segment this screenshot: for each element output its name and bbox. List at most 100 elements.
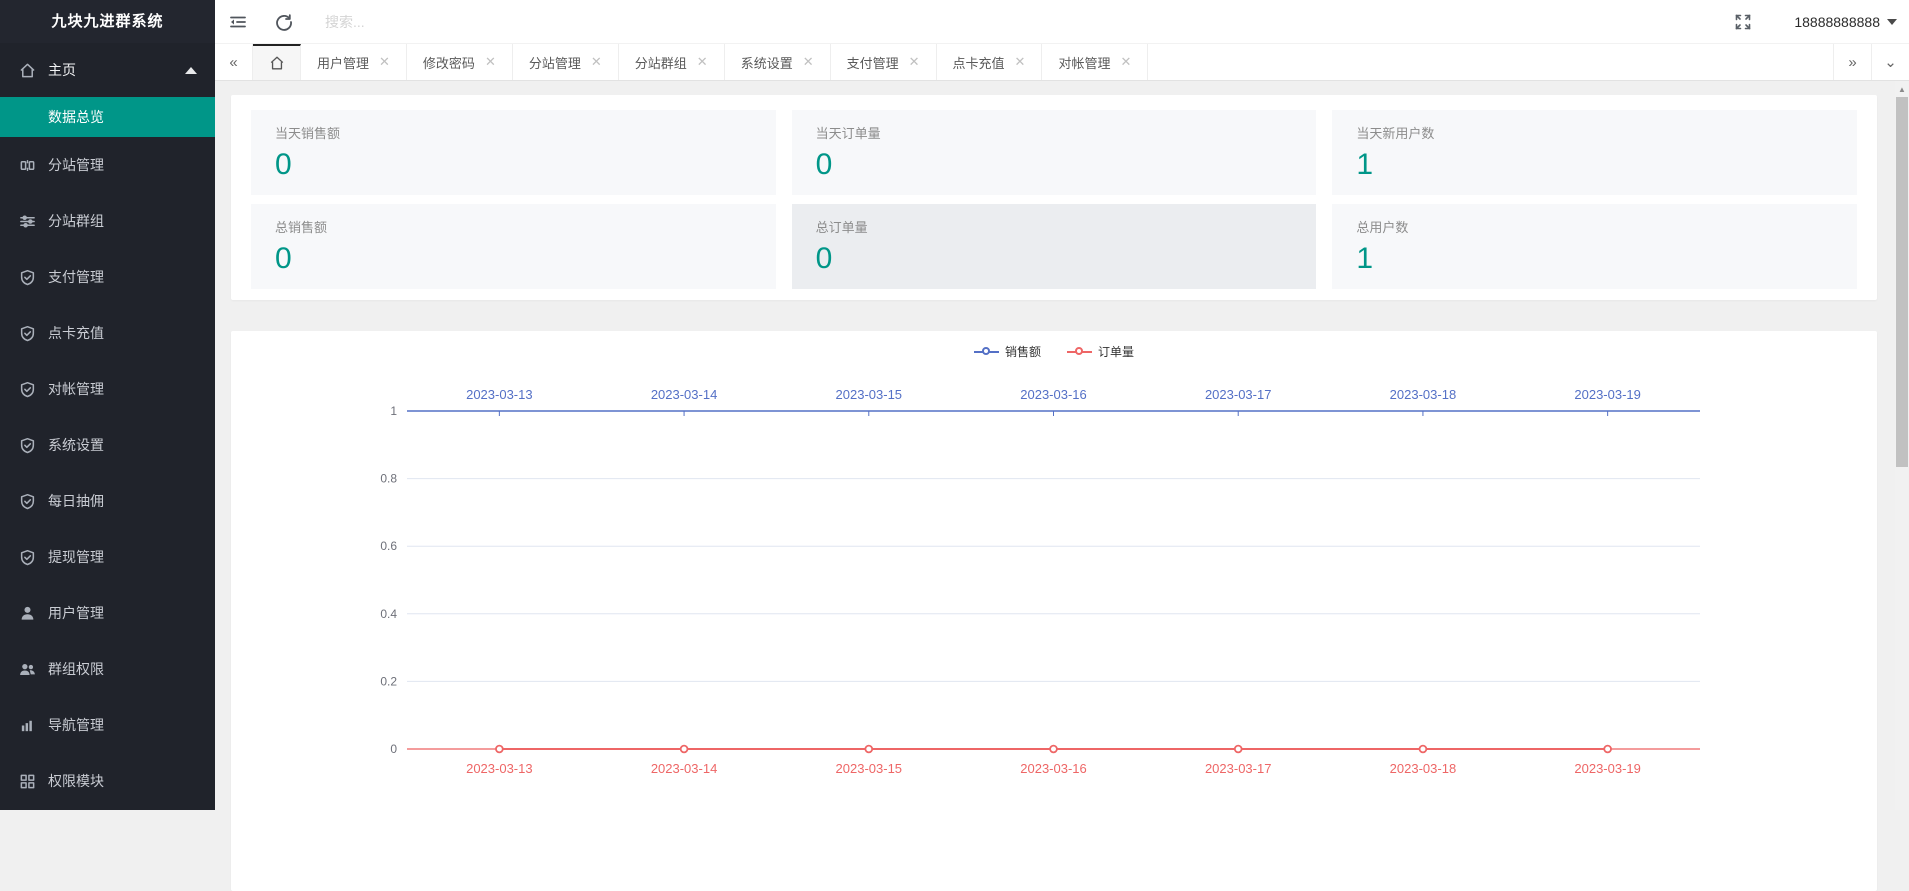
tab-7[interactable]: 对帐管理 ✕ bbox=[1042, 44, 1149, 80]
sliders-icon bbox=[18, 212, 36, 230]
refresh-icon bbox=[276, 13, 292, 31]
tab-1[interactable]: 修改密码 ✕ bbox=[407, 44, 513, 80]
bottom-x-axis-label: 2023-03-19 bbox=[1574, 761, 1641, 776]
sidebar-item-8[interactable]: 用户管理 bbox=[0, 585, 215, 641]
scrollbar-up-arrow-icon[interactable]: ▲ bbox=[1895, 85, 1909, 94]
sidebar-item-0[interactable]: 分站管理 bbox=[0, 137, 215, 193]
sidebar-item-10[interactable]: 导航管理 bbox=[0, 697, 215, 753]
tabs-scroll-right-button[interactable]: » bbox=[1833, 44, 1871, 80]
shield-check-icon bbox=[18, 380, 36, 398]
shield-check-icon bbox=[18, 548, 36, 566]
tabs-more-button[interactable]: ⌄ bbox=[1871, 44, 1909, 80]
top-x-axis-label: 2023-03-14 bbox=[651, 387, 718, 402]
tab-home[interactable] bbox=[253, 44, 301, 80]
bottom-x-axis-label: 2023-03-13 bbox=[466, 761, 533, 776]
tab-label: 系统设置 bbox=[740, 55, 793, 71]
sales-orders-chart: 0 0.2 0.4 0.6 0.8 1 2023-03-13 2023-03-14 2023-0… bbox=[380, 387, 1700, 776]
data-point-marker bbox=[1233, 744, 1243, 754]
y-axis-tick-label: 1 bbox=[390, 404, 397, 418]
collapse-sidebar-button[interactable] bbox=[215, 0, 261, 43]
sidebar-item-label: 每日抽佣 bbox=[48, 493, 104, 509]
sidebar-item-label: 权限模块 bbox=[48, 773, 104, 789]
data-point-marker bbox=[1418, 744, 1428, 754]
top-x-axis-label: 2023-03-15 bbox=[836, 387, 903, 402]
refresh-button[interactable] bbox=[261, 0, 307, 43]
tab-label: 修改密码 bbox=[422, 55, 475, 71]
tab-close-icon[interactable]: ✕ bbox=[591, 54, 602, 70]
columns-icon bbox=[18, 156, 36, 174]
user-menu[interactable]: 18888888888 bbox=[1794, 14, 1897, 30]
tab-0[interactable]: 用户管理 ✕ bbox=[301, 44, 407, 80]
tab-3[interactable]: 分站群组 ✕ bbox=[619, 44, 725, 80]
stats-cards: 当天销售额 0 当天订单量 0 当天新用户数 1 总销售额 0 总订单量 0 总用户数 1 bbox=[251, 110, 1857, 289]
sidebar-item-label: 点卡充值 bbox=[48, 325, 104, 341]
sidebar-item-label: 导航管理 bbox=[48, 717, 104, 733]
sidebar-item-11[interactable]: 权限模块 bbox=[0, 753, 215, 809]
stat-label: 总用户数 bbox=[1356, 220, 1409, 235]
tab-4[interactable]: 系统设置 ✕ bbox=[725, 44, 831, 80]
stat-card-4: 总订单量 0 bbox=[791, 204, 1317, 289]
bottom-x-axis-label: 2023-03-18 bbox=[1390, 761, 1457, 776]
tabs-scroll-left-button[interactable]: « bbox=[215, 44, 253, 80]
scrollbar-thumb[interactable] bbox=[1896, 97, 1908, 467]
stat-label: 当天订单量 bbox=[815, 126, 881, 141]
tabbar: « 用户管理 ✕ 修改密码 ✕ 分站管理 ✕ 分站群组 ✕ 系统设置 ✕ 支付管理 ✕ 点卡充值 ✕ 对帐管… bbox=[215, 43, 1909, 81]
sidebar-item-home[interactable]: 主页 bbox=[0, 43, 215, 97]
page-scrollbar[interactable]: ▲ bbox=[1895, 81, 1909, 810]
stat-label: 当天新用户数 bbox=[1356, 126, 1435, 141]
sidebar-home-label: 主页 bbox=[48, 62, 76, 78]
tab-label: 点卡充值 bbox=[952, 55, 1005, 71]
stat-value: 1 bbox=[1356, 148, 1374, 181]
search-input[interactable] bbox=[325, 13, 545, 30]
sidebar-item-2[interactable]: 支付管理 bbox=[0, 249, 215, 305]
sidebar-item-1[interactable]: 分站群组 bbox=[0, 193, 215, 249]
stat-card-2: 当天新用户数 1 bbox=[1332, 110, 1857, 195]
tab-2[interactable]: 分站管理 ✕ bbox=[513, 44, 619, 80]
shield-check-icon bbox=[18, 268, 36, 286]
stat-value: 0 bbox=[815, 242, 833, 275]
sidebar-item-7[interactable]: 提现管理 bbox=[0, 529, 215, 585]
tab-close-icon[interactable]: ✕ bbox=[1015, 54, 1026, 70]
tab-close-icon[interactable]: ✕ bbox=[803, 54, 814, 70]
stat-card-5: 总用户数 1 bbox=[1332, 204, 1857, 289]
tab-5[interactable]: 支付管理 ✕ bbox=[831, 44, 937, 80]
top-x-axis-label: 2023-03-13 bbox=[466, 387, 533, 402]
sidebar-item-5[interactable]: 系统设置 bbox=[0, 417, 215, 473]
sidebar-item-4[interactable]: 对帐管理 bbox=[0, 361, 215, 417]
sidebar-item-6[interactable]: 每日抽佣 bbox=[0, 473, 215, 529]
bottom-x-axis-label: 2023-03-15 bbox=[836, 761, 903, 776]
tab-close-icon[interactable]: ✕ bbox=[485, 54, 496, 70]
sidebar-menu: 分站管理分站群组支付管理点卡充值对帐管理 系统设置每日抽佣提现管理 用户管理 群组权限… bbox=[0, 137, 215, 809]
tab-close-icon[interactable]: ✕ bbox=[379, 54, 390, 70]
tab-close-icon[interactable]: ✕ bbox=[909, 54, 920, 70]
sidebar-item-label: 分站群组 bbox=[48, 213, 104, 229]
sidebar: 九块九进群系统 主页 数据总览 分站管理 分站群组 支付管理 点卡充值 对帐管理 系统设置… bbox=[0, 0, 215, 810]
sidebar-item-label: 分站管理 bbox=[48, 157, 104, 173]
sidebar-item-data-overview[interactable]: 数据总览 bbox=[0, 97, 215, 137]
bottom-x-axis-label: 2023-03-14 bbox=[651, 761, 718, 776]
stat-card-0: 当天销售额 0 bbox=[251, 110, 776, 195]
data-point-marker bbox=[864, 744, 874, 754]
stats-panel: 当天销售额 0 当天订单量 0 当天新用户数 1 总销售额 0 总订单量 0 总用户数 1 bbox=[231, 95, 1877, 300]
tab-6[interactable]: 点卡充值 ✕ bbox=[937, 44, 1043, 80]
y-axis-tick-label: 0.2 bbox=[380, 674, 397, 688]
stat-label: 总销售额 bbox=[275, 220, 328, 235]
shield-check-icon bbox=[18, 492, 36, 510]
top-x-axis-label: 2023-03-19 bbox=[1574, 387, 1641, 402]
collapse-menu-icon bbox=[230, 16, 246, 27]
sidebar-item-3[interactable]: 点卡充值 bbox=[0, 305, 215, 361]
fullscreen-icon bbox=[1736, 14, 1751, 29]
tab-label: 支付管理 bbox=[846, 55, 899, 71]
shield-check-icon bbox=[18, 436, 36, 454]
stat-label: 总订单量 bbox=[815, 220, 868, 235]
shield-check-icon bbox=[18, 324, 36, 342]
fullscreen-button[interactable] bbox=[1720, 0, 1766, 43]
tab-close-icon[interactable]: ✕ bbox=[1120, 54, 1131, 70]
sidebar-item-9[interactable]: 群组权限 bbox=[0, 641, 215, 697]
topbar: 18888888888 bbox=[215, 0, 1909, 43]
bars-icon bbox=[18, 716, 36, 734]
open-tabs: 用户管理 ✕ 修改密码 ✕ 分站管理 ✕ 分站群组 ✕ 系统设置 ✕ 支付管理 ✕ 点卡充值 ✕ 对帐管理 ✕ bbox=[301, 44, 1833, 80]
tab-close-icon[interactable]: ✕ bbox=[697, 54, 708, 70]
y-axis-tick-label: 0.6 bbox=[380, 539, 397, 553]
chart-panel: 销售额 订单量 0 0.2 0.4 0.6 0.8 1 2023-03-13 2023-03-1… bbox=[231, 331, 1877, 891]
